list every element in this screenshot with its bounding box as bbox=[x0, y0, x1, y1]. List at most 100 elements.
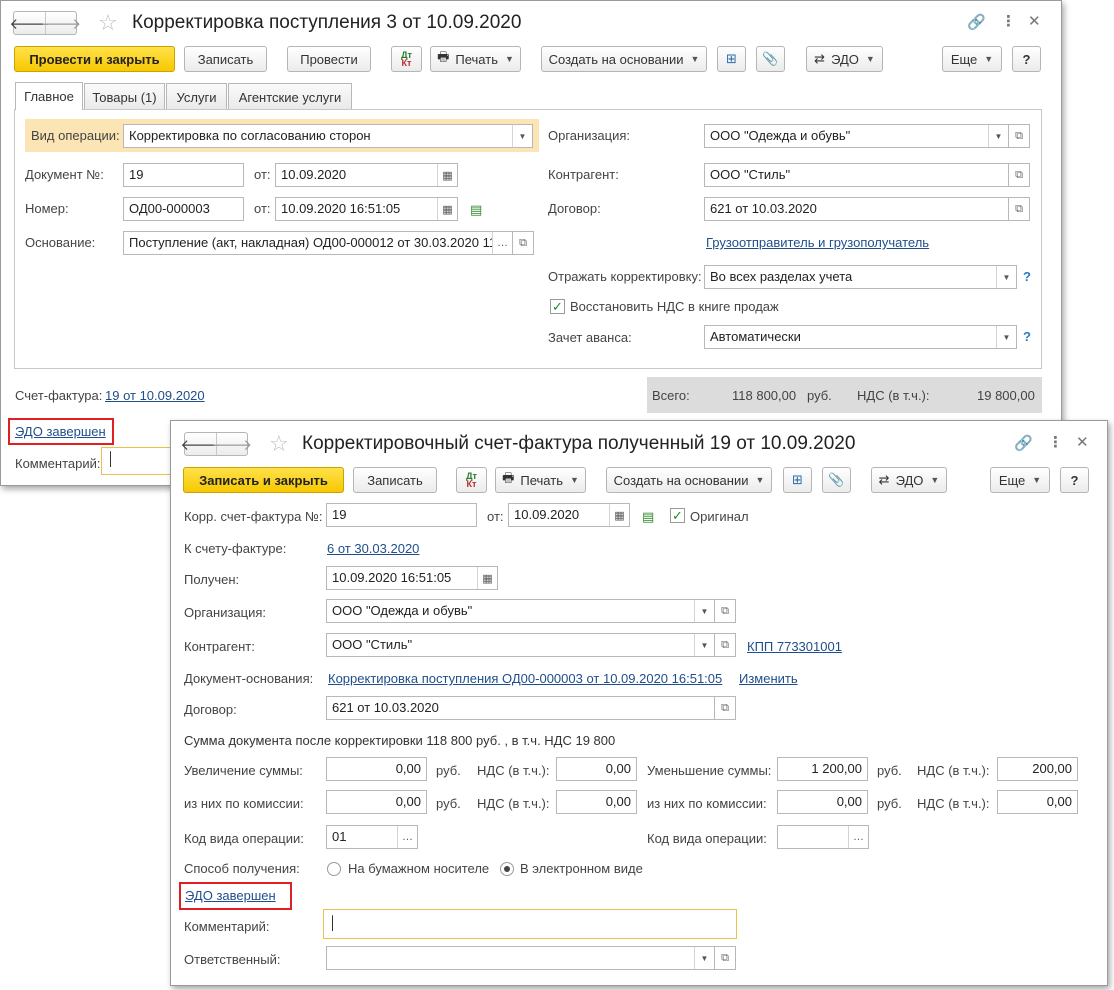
operation-type-select[interactable]: Корректировка по согласованию сторон ▼ bbox=[123, 124, 533, 148]
link-icon[interactable]: 🔗 bbox=[967, 15, 986, 30]
operation-code-input[interactable]: 01 … bbox=[326, 825, 418, 849]
number-date-input[interactable]: 10.09.2020 16:51:05 ▦ bbox=[275, 197, 458, 221]
more-vert-icon[interactable]: ⋮ bbox=[1048, 435, 1063, 450]
open-form-icon[interactable]: ⧉ bbox=[1008, 124, 1030, 148]
increase-sum-input[interactable]: 0,00 bbox=[326, 757, 427, 781]
operation-code-input-right[interactable]: … bbox=[777, 825, 869, 849]
select-ellipsis-icon[interactable]: … bbox=[848, 826, 868, 848]
dropdown-caret-icon[interactable]: ▼ bbox=[694, 634, 714, 656]
close-icon[interactable]: ✕ bbox=[1076, 435, 1089, 450]
open-form-icon[interactable]: ⧉ bbox=[714, 696, 736, 720]
edo-done-link[interactable]: ЭДО завершен bbox=[185, 888, 276, 903]
kpp-link[interactable]: КПП 773301001 bbox=[747, 639, 842, 654]
doc-number-input[interactable]: 19 bbox=[123, 163, 244, 187]
to-invoice-link[interactable]: 6 от 30.03.2020 bbox=[327, 541, 419, 556]
posted-status-icon[interactable]: ▤ bbox=[470, 202, 482, 218]
structure-icon[interactable]: ⊞ bbox=[783, 467, 812, 493]
save-and-close-button[interactable]: Записать и закрыть bbox=[183, 467, 344, 493]
edo-button[interactable]: ⇄ ЭДО ▼ bbox=[806, 46, 883, 72]
calendar-icon[interactable]: ▦ bbox=[437, 198, 457, 220]
close-icon[interactable]: ✕ bbox=[1028, 14, 1041, 29]
help-button[interactable]: ? bbox=[1012, 46, 1041, 72]
shipper-consignee-link[interactable]: Грузоотправитель и грузополучатель bbox=[706, 235, 929, 250]
dt-kt-button[interactable]: Дт Кт bbox=[391, 46, 422, 72]
corr-invoice-number-input[interactable]: 19 bbox=[326, 503, 477, 527]
dropdown-caret-icon[interactable]: ▼ bbox=[512, 125, 532, 147]
arrow-right-icon[interactable]: 🡒 bbox=[41, 12, 81, 34]
increase-commission-sum-input[interactable]: 0,00 bbox=[326, 790, 427, 814]
arrow-right-icon[interactable]: 🡒 bbox=[212, 433, 252, 455]
decrease-vat-input[interactable]: 200,00 bbox=[997, 757, 1078, 781]
calendar-icon[interactable]: ▦ bbox=[477, 567, 497, 589]
comment-input[interactable]: │ bbox=[101, 447, 176, 475]
tab-goods[interactable]: Товары (1) bbox=[84, 83, 165, 110]
dropdown-caret-icon[interactable]: ▼ bbox=[694, 947, 714, 969]
reflect-correction-select[interactable]: Во всех разделах учета ▼ bbox=[704, 265, 1017, 289]
calendar-icon[interactable]: ▦ bbox=[609, 504, 629, 526]
more-vert-icon[interactable]: ⋮ bbox=[1001, 14, 1016, 29]
open-form-icon[interactable]: ⧉ bbox=[1008, 197, 1030, 221]
original-checkbox[interactable]: ✓ bbox=[670, 508, 685, 523]
question-icon[interactable]: ? bbox=[1023, 329, 1031, 344]
print-button[interactable]: 🖶 Печать ▼ bbox=[495, 467, 586, 493]
open-form-icon[interactable]: ⧉ bbox=[714, 599, 736, 623]
tab-agent-services[interactable]: Агентские услуги bbox=[228, 83, 352, 110]
doc-date-input[interactable]: 10.09.2020 ▦ bbox=[275, 163, 458, 187]
dropdown-caret-icon[interactable]: ▼ bbox=[988, 125, 1008, 147]
post-and-close-button[interactable]: Провести и закрыть bbox=[14, 46, 175, 72]
create-based-on-button[interactable]: Создать на основании ▼ bbox=[541, 46, 707, 72]
paperclip-icon[interactable]: 📎 bbox=[822, 467, 851, 493]
electronic-radio[interactable] bbox=[500, 862, 514, 876]
counterparty-input[interactable]: ООО "Стиль" bbox=[704, 163, 1009, 187]
dropdown-caret-icon[interactable]: ▼ bbox=[996, 326, 1016, 348]
dropdown-caret-icon[interactable]: ▼ bbox=[996, 266, 1016, 288]
edo-button[interactable]: ⇄ ЭДО ▼ bbox=[871, 467, 947, 493]
more-button[interactable]: Еще ▼ bbox=[990, 467, 1050, 493]
create-based-on-button[interactable]: Создать на основании ▼ bbox=[606, 467, 772, 493]
number-input[interactable]: ОД00-000003 bbox=[123, 197, 244, 221]
select-ellipsis-icon[interactable]: … bbox=[492, 232, 512, 254]
basis-input[interactable]: Поступление (акт, накладная) ОД00-000012… bbox=[123, 231, 513, 255]
post-button[interactable]: Провести bbox=[287, 46, 371, 72]
open-form-icon[interactable]: ⧉ bbox=[714, 633, 736, 657]
select-ellipsis-icon[interactable]: … bbox=[397, 826, 417, 848]
structure-icon[interactable]: ⊞ bbox=[717, 46, 746, 72]
corr-invoice-date-input[interactable]: 10.09.2020 ▦ bbox=[508, 503, 630, 527]
change-link[interactable]: Изменить bbox=[739, 671, 798, 686]
help-button[interactable]: ? bbox=[1060, 467, 1089, 493]
dt-kt-button[interactable]: Дт Кт bbox=[456, 467, 487, 493]
contract-input[interactable]: 621 от 10.03.2020 bbox=[326, 696, 715, 720]
link-icon[interactable]: 🔗 bbox=[1014, 436, 1033, 451]
decrease-commission-vat-input[interactable]: 0,00 bbox=[997, 790, 1078, 814]
advance-offset-select[interactable]: Автоматически ▼ bbox=[704, 325, 1017, 349]
comment-input[interactable]: │ bbox=[323, 909, 737, 939]
decrease-commission-sum-input[interactable]: 0,00 bbox=[777, 790, 868, 814]
basis-document-link[interactable]: Корректировка поступления ОД00-000003 от… bbox=[328, 671, 722, 686]
organization-select[interactable]: ООО "Одежда и обувь" ▼ bbox=[704, 124, 1009, 148]
tab-services[interactable]: Услуги bbox=[166, 83, 227, 110]
save-button[interactable]: Записать bbox=[184, 46, 267, 72]
counterparty-select[interactable]: ООО "Стиль" ▼ bbox=[326, 633, 715, 657]
dropdown-caret-icon[interactable]: ▼ bbox=[694, 600, 714, 622]
contract-input[interactable]: 621 от 10.03.2020 bbox=[704, 197, 1009, 221]
edo-done-link[interactable]: ЭДО завершен bbox=[15, 424, 106, 439]
star-icon[interactable]: ☆ bbox=[98, 12, 118, 34]
posted-status-icon[interactable]: ▤ bbox=[642, 509, 654, 525]
increase-commission-vat-input[interactable]: 0,00 bbox=[556, 790, 637, 814]
open-form-icon[interactable]: ⧉ bbox=[714, 946, 736, 970]
invoice-link[interactable]: 19 от 10.09.2020 bbox=[105, 388, 205, 403]
paper-radio[interactable] bbox=[327, 862, 341, 876]
responsible-select[interactable]: ▼ bbox=[326, 946, 715, 970]
open-form-icon[interactable]: ⧉ bbox=[1008, 163, 1030, 187]
decrease-sum-input[interactable]: 1 200,00 bbox=[777, 757, 868, 781]
question-icon[interactable]: ? bbox=[1023, 269, 1031, 284]
save-button[interactable]: Записать bbox=[353, 467, 437, 493]
calendar-icon[interactable]: ▦ bbox=[437, 164, 457, 186]
more-button[interactable]: Еще ▼ bbox=[942, 46, 1002, 72]
organization-select[interactable]: ООО "Одежда и обувь" ▼ bbox=[326, 599, 715, 623]
open-form-icon[interactable]: ⧉ bbox=[512, 231, 534, 255]
tab-main[interactable]: Главное bbox=[15, 82, 83, 110]
restore-vat-checkbox[interactable]: ✓ bbox=[550, 299, 565, 314]
print-button[interactable]: 🖶 Печать ▼ bbox=[430, 46, 521, 72]
paperclip-icon[interactable]: 📎 bbox=[756, 46, 785, 72]
